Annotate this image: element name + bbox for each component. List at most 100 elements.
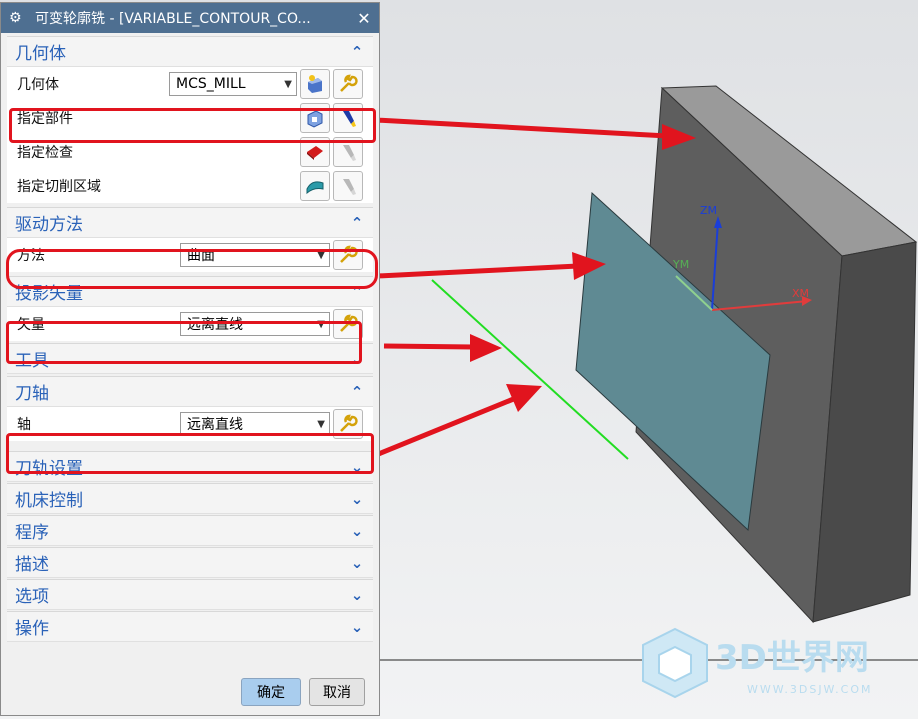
vector-select-value: 远离直线 <box>187 317 243 333</box>
new-geometry-button[interactable] <box>300 69 330 99</box>
axis-select[interactable]: 远离直线 ▼ <box>180 412 330 436</box>
select-part-button[interactable] <box>300 103 330 133</box>
chevron-down-icon: ▼ <box>317 418 325 430</box>
chevron-down-icon: ▼ <box>317 249 325 261</box>
part-icon <box>307 110 323 128</box>
group-title-options: 选项 <box>15 587 49 607</box>
group-header-path-settings[interactable]: 刀轨设置 ⌄ <box>7 452 373 482</box>
method-select-value: 曲面 <box>187 248 215 264</box>
variable-contour-mill-dialog: ⚙ 可变轮廓铣 - [VARIABLE_CONTOUR_CO... ✕ 几何体 … <box>0 2 380 716</box>
chevron-up-icon[interactable]: ⌃ <box>349 283 365 301</box>
group-geometry: 几何体 ⌃ 几何体 MCS_MILL ▼ 指定部件 指定检查 指定切削区域 <box>7 36 373 203</box>
group-machine-control: 机床控制 ⌄ <box>7 483 373 514</box>
method-label: 方法 <box>17 248 45 264</box>
chevron-down-icon[interactable]: ⌄ <box>349 458 365 476</box>
axis-label-zm: ZM <box>700 204 717 217</box>
geometry-select-value: MCS_MILL <box>176 76 246 92</box>
select-check-button[interactable] <box>300 137 330 167</box>
specify-check-label: 指定检查 <box>17 145 73 161</box>
group-title-tool-axis: 刀轴 <box>15 384 49 404</box>
group-header-actions[interactable]: 操作 ⌄ <box>7 612 373 642</box>
chevron-down-icon[interactable]: ⌄ <box>349 554 365 572</box>
row-specify-check: 指定检查 <box>7 135 373 169</box>
specify-part-label: 指定部件 <box>17 111 73 127</box>
group-header-projection-vector[interactable]: 投影矢量 ⌃ <box>7 277 373 307</box>
chevron-down-icon: ▼ <box>284 78 292 90</box>
dialog-footer: 确定 取消 <box>1 665 379 715</box>
group-header-geometry[interactable]: 几何体 ⌃ <box>7 37 373 67</box>
group-tool-axis: 刀轴 ⌃ 轴 远离直线 ▼ <box>7 376 373 441</box>
close-icon[interactable]: ✕ <box>349 9 379 28</box>
chevron-down-icon[interactable]: ⌄ <box>349 350 365 368</box>
group-drive-method: 驱动方法 ⌃ 方法 曲面 ▼ <box>7 207 373 272</box>
chevron-down-icon: ▼ <box>317 318 325 330</box>
vector-label: 矢量 <box>17 317 45 333</box>
group-title-description: 描述 <box>15 555 49 575</box>
group-title-path-settings: 刀轨设置 <box>15 459 83 479</box>
group-header-description[interactable]: 描述 ⌄ <box>7 548 373 578</box>
cut-area-icon <box>306 181 324 195</box>
edit-vector-button[interactable] <box>333 309 363 339</box>
group-title-actions: 操作 <box>15 619 49 639</box>
group-program: 程序 ⌄ <box>7 515 373 546</box>
group-path-settings: 刀轨设置 ⌄ <box>7 451 373 482</box>
geometry-select[interactable]: MCS_MILL ▼ <box>169 72 297 96</box>
chevron-up-icon[interactable]: ⌃ <box>349 214 365 232</box>
group-header-tool[interactable]: 工具 ⌄ <box>7 344 373 374</box>
group-header-tool-axis[interactable]: 刀轴 ⌃ <box>7 377 373 407</box>
chevron-down-icon[interactable]: ⌄ <box>349 490 365 508</box>
group-title-program: 程序 <box>15 523 49 543</box>
flashlight-icon <box>343 111 356 127</box>
edit-geometry-button[interactable] <box>333 69 363 99</box>
wrench-icon <box>340 414 358 432</box>
show-part-button[interactable] <box>333 103 363 133</box>
group-actions: 操作 ⌄ <box>7 611 373 642</box>
group-header-machine-control[interactable]: 机床控制 ⌄ <box>7 484 373 514</box>
gear-icon: ⚙ <box>9 10 22 26</box>
chevron-up-icon[interactable]: ⌃ <box>349 43 365 61</box>
chevron-down-icon[interactable]: ⌄ <box>349 522 365 540</box>
group-title-projection-vector: 投影矢量 <box>15 284 83 304</box>
group-header-drive-method[interactable]: 驱动方法 ⌃ <box>7 208 373 238</box>
group-header-options[interactable]: 选项 ⌄ <box>7 580 373 610</box>
group-title-machine-control: 机床控制 <box>15 491 83 511</box>
ok-button[interactable]: 确定 <box>241 678 301 706</box>
show-cut-area-button[interactable] <box>333 171 363 201</box>
geometry-label: 几何体 <box>17 77 59 93</box>
select-cut-area-button[interactable] <box>300 171 330 201</box>
flashlight-disabled-icon <box>343 145 356 161</box>
row-method: 方法 曲面 ▼ <box>7 238 373 272</box>
watermark: 3D世界网 WWW.3DSJW.COM <box>635 625 905 705</box>
axis-label: 轴 <box>17 417 31 433</box>
wrench-icon <box>340 314 358 332</box>
group-options: 选项 ⌄ <box>7 579 373 610</box>
cancel-button[interactable]: 取消 <box>309 678 365 706</box>
dialog-title: 可变轮廓铣 - [VARIABLE_CONTOUR_CO... <box>35 11 311 27</box>
show-check-button[interactable] <box>333 137 363 167</box>
wrench-icon <box>340 245 358 263</box>
chevron-up-icon[interactable]: ⌃ <box>349 383 365 401</box>
check-geometry-icon <box>307 146 323 160</box>
watermark-brand: 3D世界网 <box>715 638 869 678</box>
group-header-program[interactable]: 程序 ⌄ <box>7 516 373 546</box>
vector-select[interactable]: 远离直线 ▼ <box>180 312 330 336</box>
new-geometry-icon <box>308 75 322 93</box>
chevron-down-icon[interactable]: ⌄ <box>349 618 365 636</box>
method-select[interactable]: 曲面 ▼ <box>180 243 330 267</box>
specify-cut-area-label: 指定切削区域 <box>17 179 101 195</box>
group-title-tool: 工具 <box>15 351 49 371</box>
axis-label-ym: YM <box>672 258 689 271</box>
row-specify-part: 指定部件 <box>7 101 373 135</box>
cube-logo-icon <box>642 627 708 699</box>
dialog-titlebar[interactable]: ⚙ 可变轮廓铣 - [VARIABLE_CONTOUR_CO... ✕ <box>1 3 379 33</box>
chevron-down-icon[interactable]: ⌄ <box>349 586 365 604</box>
row-specify-cut-area: 指定切削区域 <box>7 169 373 203</box>
axis-label-xm: XM <box>792 287 809 300</box>
edit-drive-method-button[interactable] <box>333 240 363 270</box>
axis-select-value: 远离直线 <box>187 417 243 433</box>
group-projection-vector: 投影矢量 ⌃ 矢量 远离直线 ▼ <box>7 276 373 341</box>
group-tool: 工具 ⌄ <box>7 343 373 374</box>
flashlight-disabled-icon <box>343 179 356 195</box>
edit-axis-button[interactable] <box>333 409 363 439</box>
row-geometry: 几何体 MCS_MILL ▼ <box>7 67 373 101</box>
